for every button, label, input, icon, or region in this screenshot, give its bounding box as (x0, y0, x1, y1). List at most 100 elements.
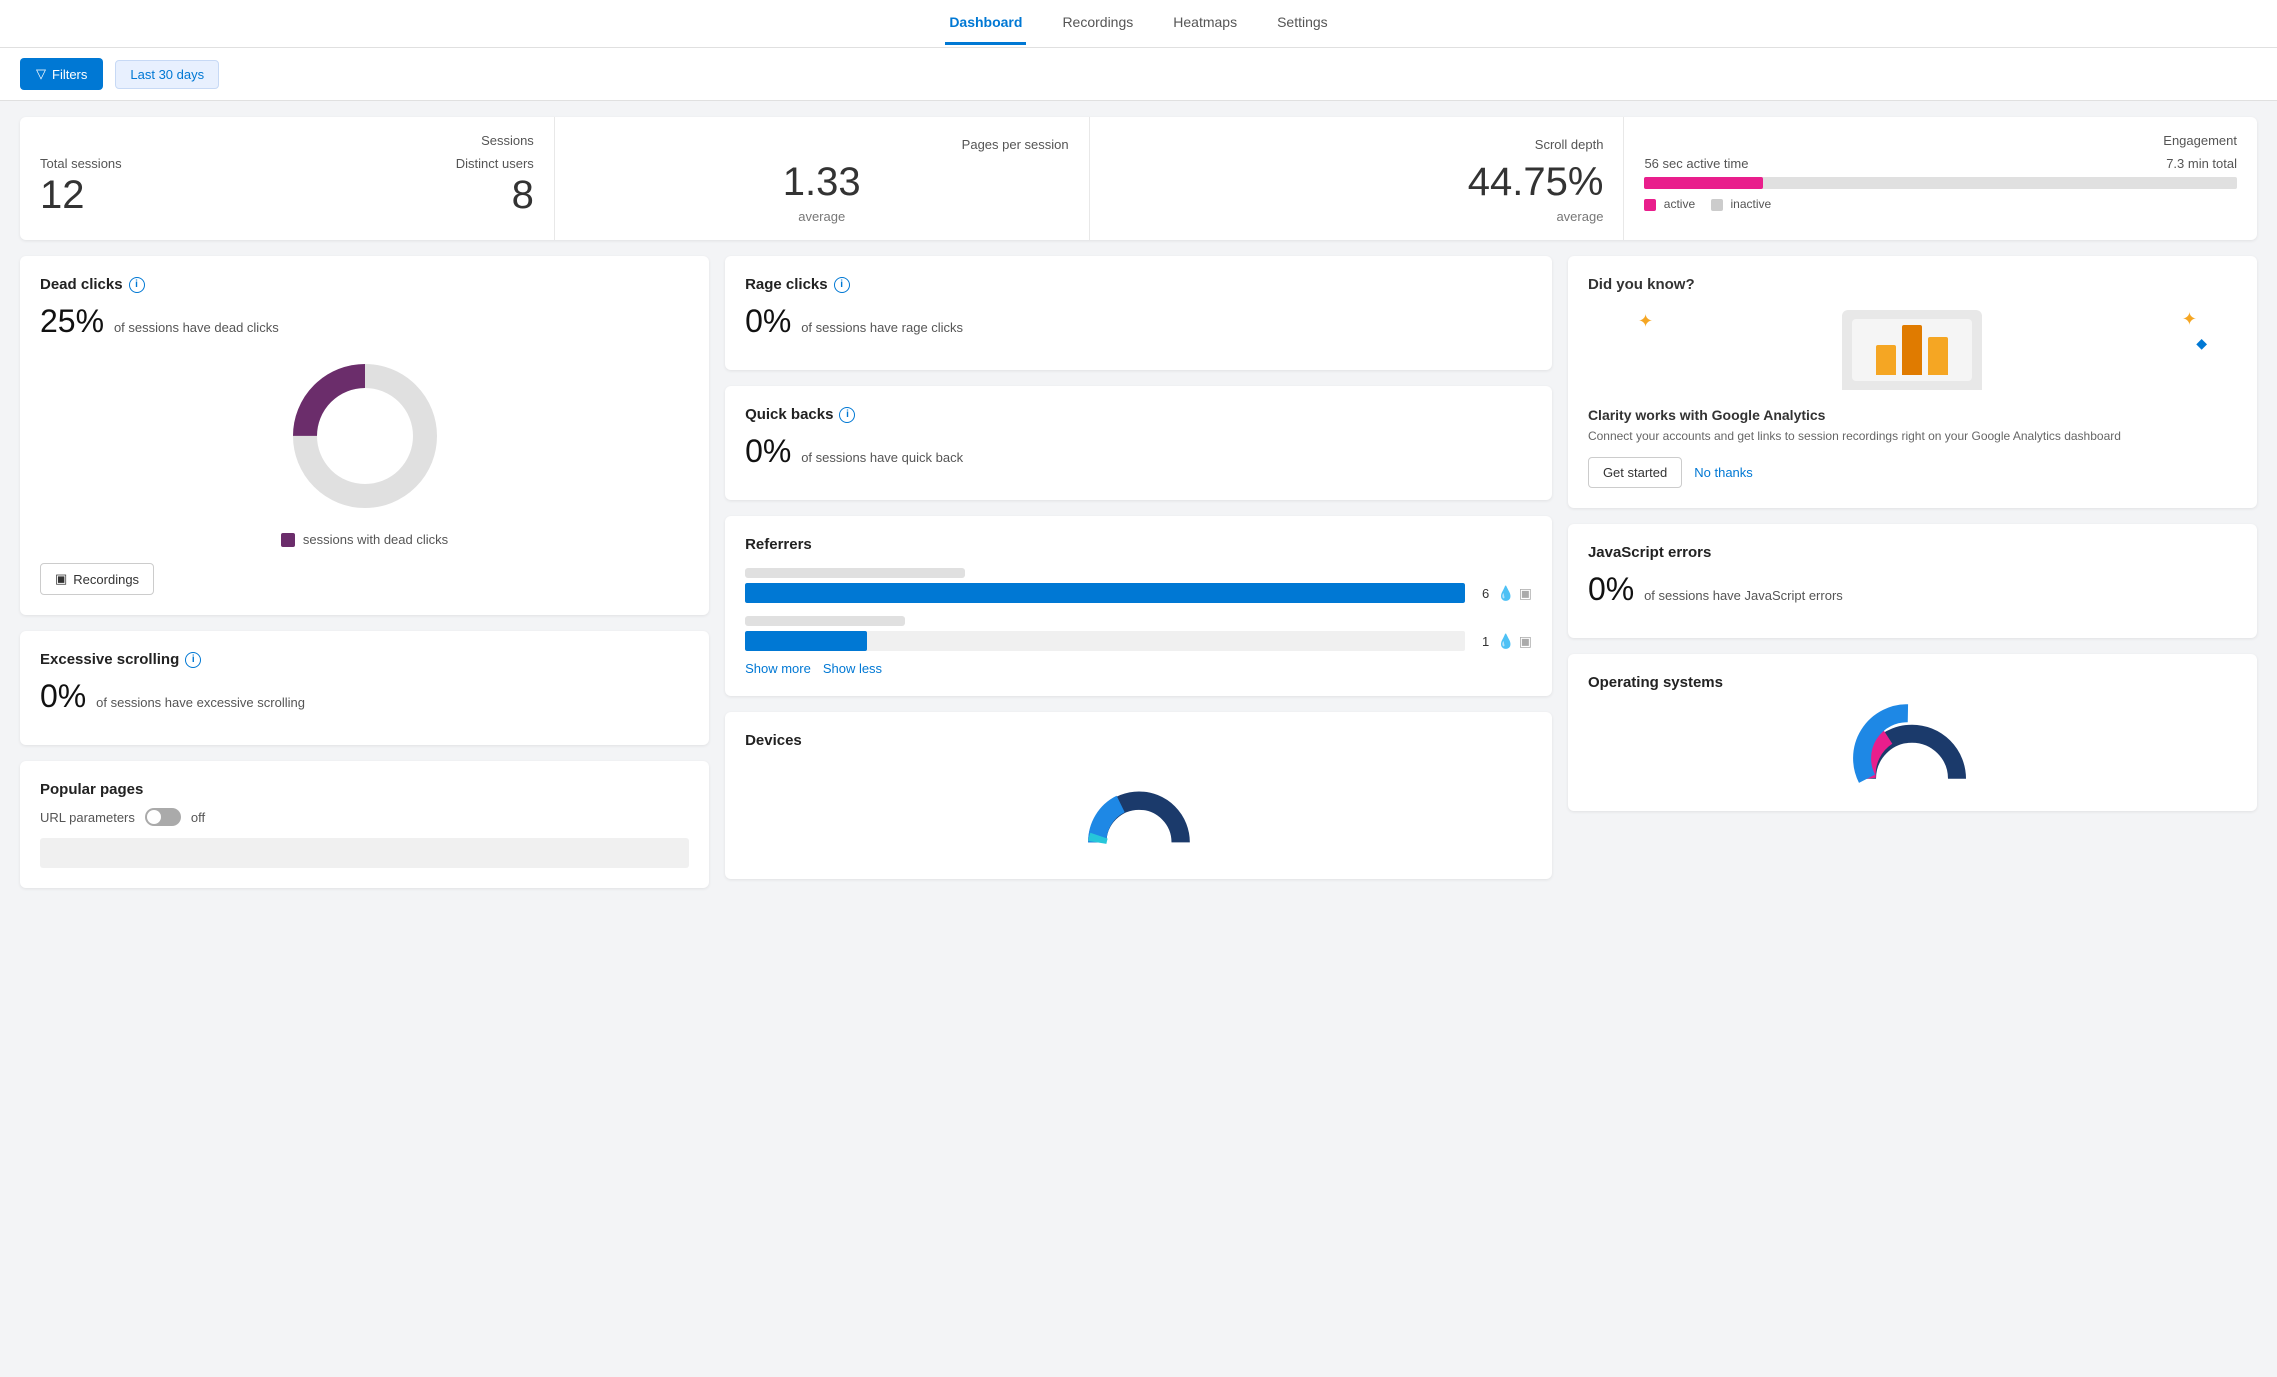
dead-legend-text: sessions with dead clicks (303, 532, 448, 547)
pages-value: 1.33 (575, 160, 1069, 205)
dead-clicks-desc: of sessions have dead clicks (114, 320, 279, 335)
nav-settings[interactable]: Settings (1273, 2, 1332, 45)
scroll-label: Scroll depth (1110, 137, 1604, 152)
sessions-stat: Sessions Total sessions Distinct users 1… (20, 117, 555, 240)
pages-label: Pages per session (575, 137, 1069, 152)
url-params-toggle[interactable] (145, 808, 181, 826)
excessive-scrolling-desc: of sessions have excessive scrolling (96, 695, 305, 710)
referrers-title: Referrers (745, 536, 812, 553)
excessive-scrolling-percent: 0% (40, 678, 86, 714)
nav-heatmaps[interactable]: Heatmaps (1169, 2, 1241, 45)
devices-card: Devices (725, 712, 1552, 879)
pages-stat: Pages per session 1.33 average (555, 117, 1090, 240)
dead-clicks-percent: 25% (40, 303, 104, 339)
js-errors-desc: of sessions have JavaScript errors (1644, 588, 1843, 603)
os-donut (1588, 701, 2237, 791)
inactive-legend: inactive (1711, 197, 1771, 211)
chart-bar-1 (1876, 345, 1896, 375)
rage-clicks-info-icon[interactable]: i (834, 277, 850, 293)
referrers-card: Referrers 6 💧 (725, 516, 1552, 696)
show-less-link[interactable]: Show less (823, 661, 882, 676)
referrer-video-icon-1[interactable]: ▣ (1519, 633, 1532, 650)
scroll-avg: average (1110, 209, 1604, 224)
filter-button[interactable]: ▽ Filters (20, 58, 103, 90)
sparkle-icon-1: ✦ (1638, 311, 1653, 332)
referrer-video-icon-0[interactable]: ▣ (1519, 585, 1532, 602)
stats-row: Sessions Total sessions Distinct users 1… (20, 117, 2257, 240)
dyk-headline: Clarity works with Google Analytics (1588, 407, 2237, 423)
referrer-count-1: 1 (1473, 634, 1489, 649)
operating-systems-card: Operating systems (1568, 654, 2257, 811)
referrer-count-0: 6 (1473, 586, 1489, 601)
referrer-url-1 (745, 616, 905, 626)
popular-pages-placeholder (40, 838, 689, 868)
filter-icon: ▽ (36, 66, 46, 82)
os-title: Operating systems (1588, 674, 1723, 691)
js-errors-title: JavaScript errors (1588, 544, 1711, 561)
main-content: Sessions Total sessions Distinct users 1… (0, 101, 2277, 904)
total-sessions-value: 12 (40, 173, 85, 218)
quick-backs-card: Quick backs i 0% of sessions have quick … (725, 386, 1552, 500)
sparkle-icon-3: ◆ (2196, 335, 2207, 352)
show-more-link[interactable]: Show more (745, 661, 811, 676)
referrer-droplet-icon-1[interactable]: 💧 (1497, 633, 1514, 650)
did-you-know-card: Did you know? ✦ ✦ ◆ Clarity (1568, 256, 2257, 508)
dead-clicks-donut (40, 356, 689, 516)
referrer-item-0: 6 💧 ▣ (745, 565, 1532, 603)
engagement-label: Engagement (1644, 133, 2237, 148)
distinct-users-label: Distinct users (456, 156, 534, 171)
sparkle-icon-2: ✦ (2182, 309, 2197, 330)
scroll-stat: Scroll depth 44.75% average (1090, 117, 1625, 240)
dead-clicks-title: Dead clicks (40, 276, 123, 293)
popular-pages-card: Popular pages URL parameters off (20, 761, 709, 888)
inactive-dot (1711, 199, 1723, 211)
toolbar: ▽ Filters Last 30 days (0, 48, 2277, 101)
dead-clicks-info-icon[interactable]: i (129, 277, 145, 293)
rage-clicks-card: Rage clicks i 0% of sessions have rage c… (725, 256, 1552, 370)
quick-backs-info-icon[interactable]: i (839, 407, 855, 423)
total-time: 7.3 min total (2166, 156, 2237, 171)
distinct-users-value: 8 (512, 173, 534, 218)
laptop-graphic (1842, 310, 1982, 390)
engagement-bar (1644, 177, 2237, 189)
excessive-scrolling-card: Excessive scrolling i 0% of sessions hav… (20, 631, 709, 745)
recordings-button[interactable]: ▣ Recordings (40, 563, 154, 595)
nav-items: Dashboard Recordings Heatmaps Settings (945, 2, 1331, 45)
popular-pages-title: Popular pages (40, 781, 143, 798)
js-errors-percent: 0% (1588, 571, 1634, 607)
get-started-button[interactable]: Get started (1588, 457, 1682, 488)
active-dot (1644, 199, 1656, 211)
engagement-bar-fill (1644, 177, 1763, 189)
referrer-url-0 (745, 568, 965, 578)
chart-bar-2 (1902, 325, 1922, 375)
scroll-value: 44.75% (1110, 160, 1604, 205)
dyk-desc: Connect your accounts and get links to s… (1588, 429, 2237, 443)
pages-avg: average (575, 209, 1069, 224)
referrer-bar-0 (745, 583, 1465, 603)
sessions-label: Sessions (40, 133, 534, 148)
rage-clicks-title: Rage clicks (745, 276, 828, 293)
js-errors-card: JavaScript errors 0% of sessions have Ja… (1568, 524, 2257, 638)
referrer-droplet-icon-0[interactable]: 💧 (1497, 585, 1514, 602)
top-nav: Dashboard Recordings Heatmaps Settings (0, 0, 2277, 48)
devices-title: Devices (745, 732, 802, 749)
excessive-scrolling-title: Excessive scrolling (40, 651, 179, 668)
nav-dashboard[interactable]: Dashboard (945, 2, 1026, 45)
donut-chart (285, 356, 445, 516)
url-params-label: URL parameters (40, 810, 135, 825)
dead-clicks-card: Dead clicks i 25% of sessions have dead … (20, 256, 709, 615)
cards-row: Dead clicks i 25% of sessions have dead … (20, 256, 2257, 888)
referrers-list: 6 💧 ▣ (745, 565, 1532, 651)
url-params-state: off (191, 810, 205, 825)
referrer-bar-1 (745, 631, 1465, 651)
no-thanks-link[interactable]: No thanks (1694, 465, 1753, 480)
excessive-scrolling-info-icon[interactable]: i (185, 652, 201, 668)
date-range-button[interactable]: Last 30 days (115, 60, 219, 89)
dyk-illustration: ✦ ✦ ◆ (1588, 305, 2237, 395)
quick-backs-title: Quick backs (745, 406, 833, 423)
active-legend: active (1644, 197, 1695, 211)
engagement-stat: Engagement 56 sec active time 7.3 min to… (1624, 117, 2257, 240)
mid-column: Rage clicks i 0% of sessions have rage c… (725, 256, 1552, 888)
nav-recordings[interactable]: Recordings (1058, 2, 1137, 45)
total-sessions-label: Total sessions (40, 156, 122, 171)
